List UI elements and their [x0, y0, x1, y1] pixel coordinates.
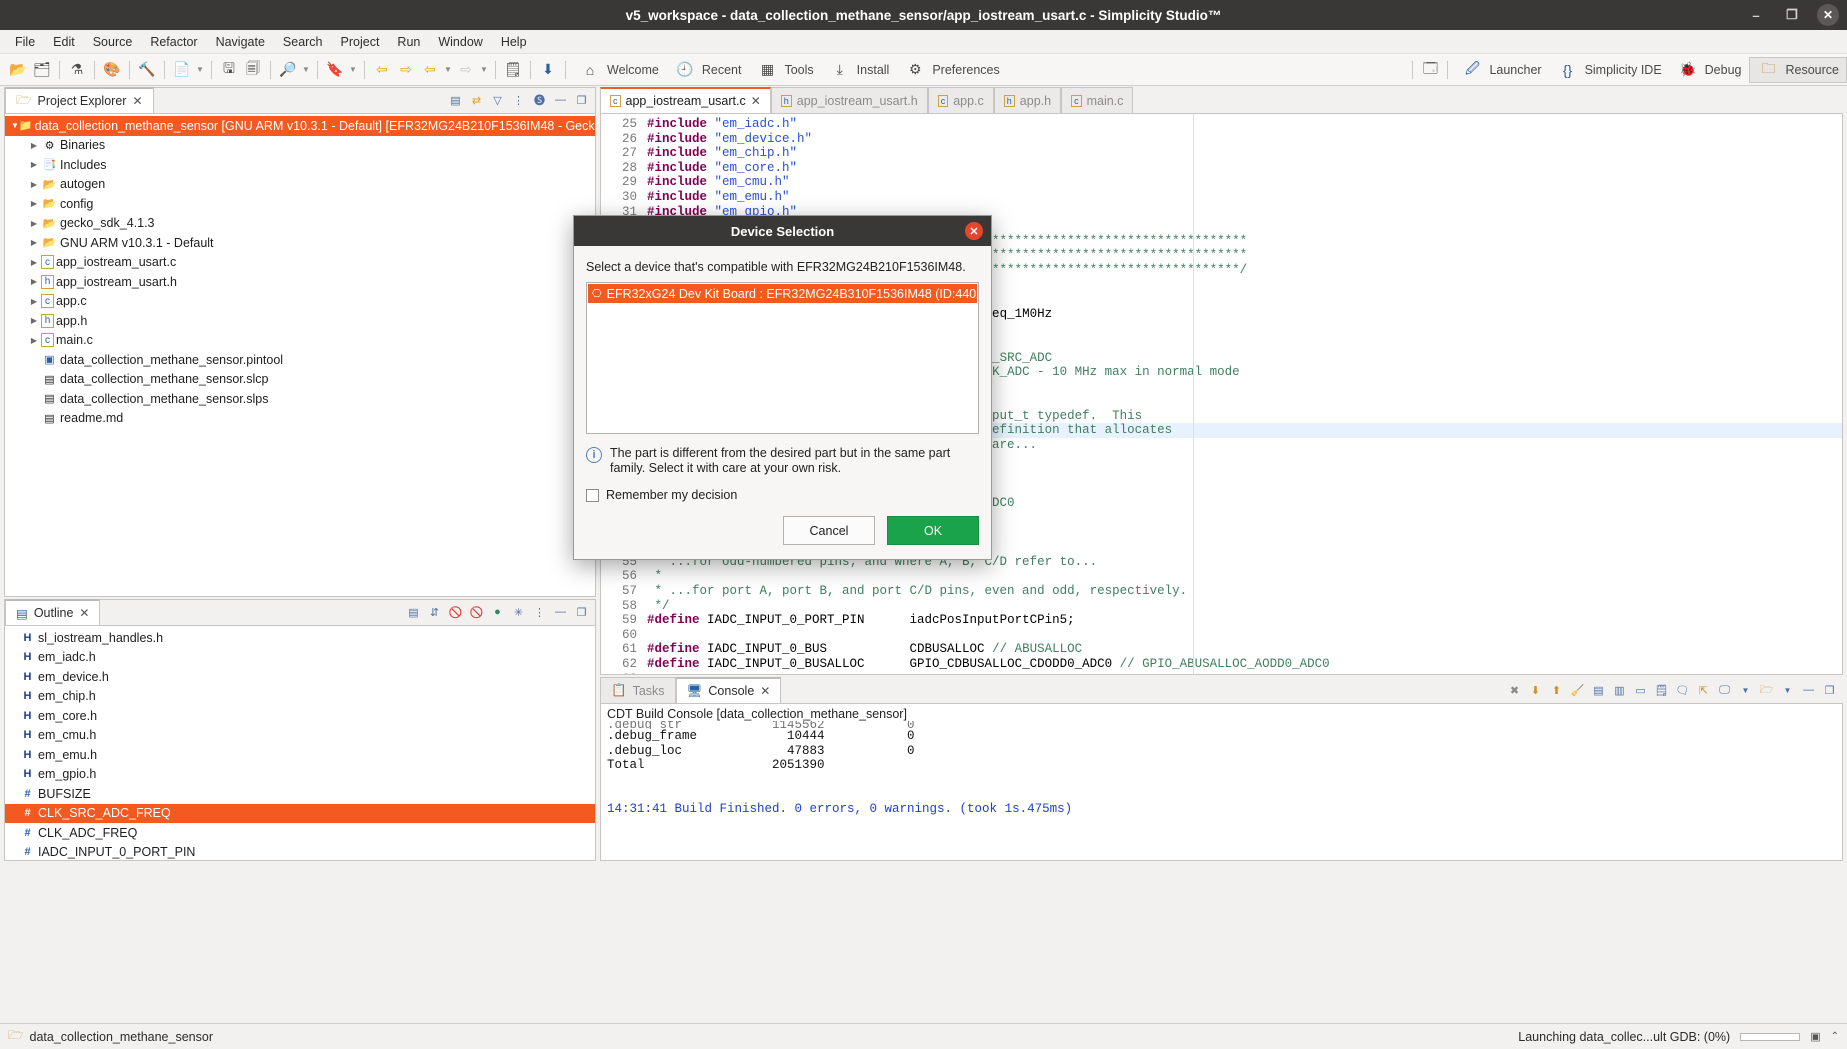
info-icon: i: [586, 447, 602, 463]
dialog-description: Select a device that's compatible with E…: [586, 260, 979, 274]
cancel-button[interactable]: Cancel: [783, 516, 875, 545]
dialog-info-row: i The part is different from the desired…: [586, 446, 979, 476]
dialog-title-bar: Device Selection ✕: [574, 216, 991, 246]
dialog-info-text: The part is different from the desired p…: [610, 446, 979, 476]
application-window: v5_workspace - data_collection_methane_s…: [0, 0, 1847, 1049]
device-selection-dialog: Device Selection ✕ Select a device that'…: [573, 215, 992, 560]
remember-decision-checkbox[interactable]: [586, 489, 599, 502]
device-list[interactable]: ⎔ EFR32xG24 Dev Kit Board : EFR32MG24B310…: [586, 282, 979, 434]
dialog-close-icon[interactable]: ✕: [965, 222, 983, 240]
device-list-item-label: EFR32xG24 Dev Kit Board : EFR32MG24B310F…: [607, 287, 977, 301]
dialog-body: Select a device that's compatible with E…: [574, 246, 991, 502]
dialog-buttons: Cancel OK: [783, 516, 979, 545]
modal-overlay: Device Selection ✕ Select a device that'…: [0, 0, 1847, 1049]
remember-decision-label: Remember my decision: [606, 488, 737, 502]
device-icon: ⎔: [592, 287, 602, 300]
remember-decision-row[interactable]: Remember my decision: [586, 488, 979, 502]
device-list-item[interactable]: ⎔ EFR32xG24 Dev Kit Board : EFR32MG24B310…: [588, 284, 977, 303]
ok-button[interactable]: OK: [887, 516, 979, 545]
dialog-title: Device Selection: [731, 224, 834, 239]
